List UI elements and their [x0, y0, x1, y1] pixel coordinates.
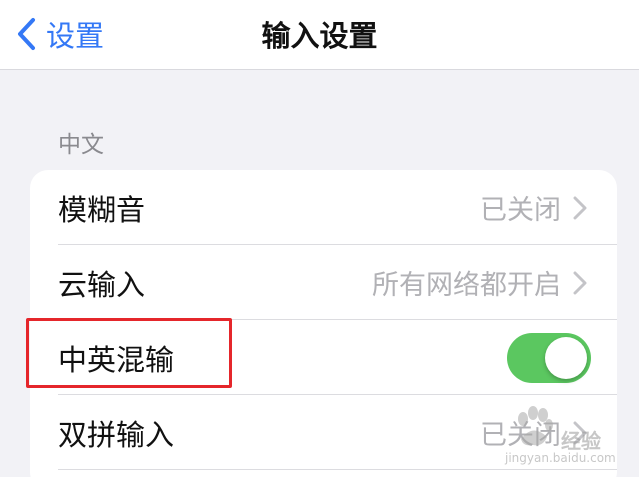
row-fuzzy-pinyin[interactable]: 模糊音 已关闭: [30, 170, 617, 245]
row-value: 所有网络都开启: [372, 270, 561, 301]
baidu-jingyan-watermark: 经验 jingyan.baidu.com: [505, 403, 633, 473]
row-cloud-input[interactable]: 云输入 所有网络都开启: [30, 245, 617, 320]
toggle-knob: [545, 337, 587, 379]
row-label: 双拼输入: [58, 417, 175, 452]
chevron-right-icon: [573, 196, 587, 220]
watermark-brand: 经验: [561, 429, 601, 453]
navigation-bar: 设置 输入设置: [0, 0, 639, 70]
input-settings-screen: 设置 输入设置 中文 模糊音 已关闭 云输入 所有网络都开启 中英混输 双拼输入…: [0, 0, 639, 477]
row-value: 已关闭: [480, 195, 561, 226]
section-header-chinese: 中文: [58, 132, 104, 158]
mixed-input-toggle[interactable]: [507, 333, 591, 383]
page-title: 输入设置: [261, 19, 378, 53]
paw-icon: [518, 406, 553, 446]
row-label: 云输入: [58, 267, 146, 302]
highlight-box: [26, 318, 232, 388]
chevron-right-icon: [573, 271, 587, 295]
watermark-url: jingyan.baidu.com: [505, 451, 616, 465]
row-label: 模糊音: [58, 192, 146, 227]
